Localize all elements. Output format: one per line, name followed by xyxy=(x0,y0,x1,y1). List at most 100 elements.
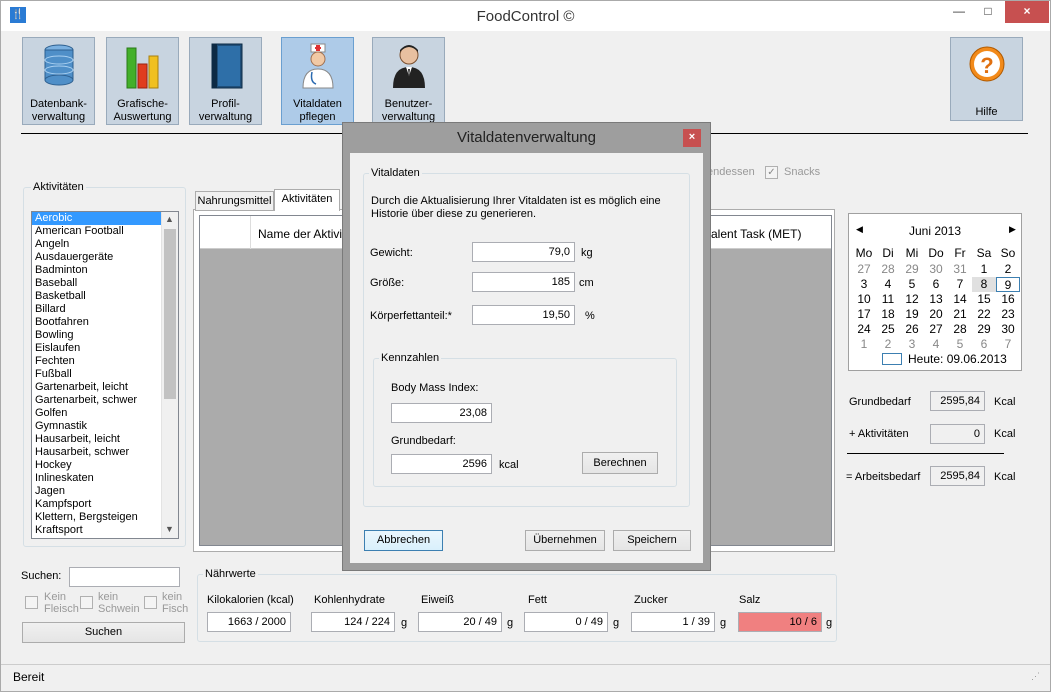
grid-col-met[interactable]: valent Task (MET) xyxy=(705,227,801,241)
calendar-day[interactable]: 25 xyxy=(876,322,900,337)
dialog-close-button[interactable]: × xyxy=(683,129,701,147)
calendar-day[interactable]: 19 xyxy=(900,307,924,322)
calendar-day[interactable]: 30 xyxy=(924,262,948,277)
kfa-input[interactable]: 19,50 xyxy=(472,305,575,325)
next-month-icon[interactable]: ▶ xyxy=(1009,224,1016,235)
activity-list-item[interactable]: Kraftsport xyxy=(32,524,178,537)
activity-list-item[interactable]: Gartenarbeit, leicht xyxy=(32,381,178,394)
calendar-day[interactable]: 14 xyxy=(948,292,972,307)
calendar-day[interactable]: 10 xyxy=(852,292,876,307)
tab-aktivitaeten[interactable]: Aktivitäten xyxy=(274,189,340,211)
scroll-thumb[interactable] xyxy=(164,229,176,399)
calendar-day[interactable]: 6 xyxy=(924,277,948,292)
toolbar-vital-button[interactable]: Vitaldaten pflegen xyxy=(281,37,354,125)
activity-list-item[interactable]: Gartenarbeit, schwer xyxy=(32,394,178,407)
calendar-day[interactable]: 3 xyxy=(852,277,876,292)
calendar-day[interactable]: 3 xyxy=(900,337,924,352)
calendar-day[interactable]: 2 xyxy=(996,262,1020,277)
activity-list-item[interactable]: Bootfahren xyxy=(32,316,178,329)
calendar-day[interactable]: 9 xyxy=(996,277,1020,292)
calendar-day[interactable]: 1 xyxy=(972,262,996,277)
calendar-day[interactable]: 31 xyxy=(948,262,972,277)
calendar-day[interactable]: 5 xyxy=(900,277,924,292)
calendar-day[interactable]: 29 xyxy=(900,262,924,277)
activity-list-item[interactable]: Golfen xyxy=(32,407,178,420)
activity-list-item[interactable]: Aerobic xyxy=(32,212,163,225)
help-button[interactable]: ? Hilfe xyxy=(950,37,1023,121)
activity-list-item[interactable]: Hausarbeit, leicht xyxy=(32,433,178,446)
calendar-day[interactable]: 24 xyxy=(852,322,876,337)
calendar-day[interactable]: 11 xyxy=(876,292,900,307)
calendar-day[interactable]: 28 xyxy=(876,262,900,277)
toolbar-database-button[interactable]: Datenbank- verwaltung xyxy=(22,37,95,125)
calendar-day[interactable]: 27 xyxy=(924,322,948,337)
activities-list[interactable]: Aerobic American Football Angeln Ausdauerge… xyxy=(31,211,179,539)
snacks-checkbox[interactable]: ✓ xyxy=(765,166,778,179)
tab-nahrungsmittel[interactable]: Nahrungsmittel xyxy=(195,191,274,211)
calendar-day[interactable]: 4 xyxy=(876,277,900,292)
calendar-day[interactable]: 21 xyxy=(948,307,972,322)
search-input[interactable] xyxy=(69,567,180,587)
calendar-day[interactable]: 30 xyxy=(996,322,1020,337)
calendar-day[interactable]: 18 xyxy=(876,307,900,322)
activity-list-item[interactable]: Gymnastik xyxy=(32,420,178,433)
activity-list-item[interactable]: Hausarbeit, schwer xyxy=(32,446,178,459)
calendar-day[interactable]: 20 xyxy=(924,307,948,322)
calendar-day[interactable]: 13 xyxy=(924,292,948,307)
minimize-button[interactable]: — xyxy=(944,1,974,23)
groesse-input[interactable]: 185 xyxy=(472,272,575,292)
scroll-up-icon[interactable]: ▲ xyxy=(165,214,174,224)
toolbar-profile-button[interactable]: Profil- verwaltung xyxy=(189,37,262,125)
activity-list-item[interactable]: American Football xyxy=(32,225,178,238)
calendar-day[interactable]: 27 xyxy=(852,262,876,277)
calendar-day[interactable]: 15 xyxy=(972,292,996,307)
calendar-day[interactable]: 29 xyxy=(972,322,996,337)
calendar-day[interactable]: 4 xyxy=(924,337,948,352)
calendar-day[interactable]: 1 xyxy=(852,337,876,352)
calendar-day[interactable]: 26 xyxy=(900,322,924,337)
activity-list-item[interactable]: Angeln xyxy=(32,238,178,251)
calendar-day[interactable]: 23 xyxy=(996,307,1020,322)
calendar-day[interactable]: 8 xyxy=(972,277,996,292)
toolbar-chart-button[interactable]: Grafische- Auswertung xyxy=(106,37,179,125)
activity-list-item[interactable]: Jagen xyxy=(32,485,178,498)
activity-list-item[interactable]: Inlineskaten xyxy=(32,472,178,485)
activity-list-item[interactable]: Bowling xyxy=(32,329,178,342)
calendar-day[interactable]: 22 xyxy=(972,307,996,322)
calendar-day[interactable]: 16 xyxy=(996,292,1020,307)
close-button[interactable]: × xyxy=(1005,1,1049,23)
calendar-day[interactable]: 28 xyxy=(948,322,972,337)
abbrechen-button[interactable]: Abbrechen xyxy=(364,530,443,551)
activity-list-item[interactable]: Billard xyxy=(32,303,178,316)
search-button[interactable]: Suchen xyxy=(22,622,185,643)
activity-list-item[interactable]: Fußball xyxy=(32,368,178,381)
activity-list-item[interactable]: Klettern, Bergsteigen xyxy=(32,511,178,524)
maximize-button[interactable]: □ xyxy=(974,1,1002,23)
kein-fisch-checkbox[interactable] xyxy=(144,596,157,609)
activity-list-item[interactable]: Fechten xyxy=(32,355,178,368)
kein-schwein-checkbox[interactable] xyxy=(80,596,93,609)
speichern-button[interactable]: Speichern xyxy=(613,530,691,551)
calendar-day[interactable]: 2 xyxy=(876,337,900,352)
toolbar-user-button[interactable]: Benutzer- verwaltung xyxy=(372,37,445,125)
gewicht-input[interactable]: 79,0 xyxy=(472,242,575,262)
calendar-day[interactable]: 12 xyxy=(900,292,924,307)
calendar-day[interactable]: 6 xyxy=(972,337,996,352)
uebernehmen-button[interactable]: Übernehmen xyxy=(525,530,605,551)
activity-list-item[interactable]: Eislaufen xyxy=(32,342,178,355)
berechnen-button[interactable]: Berechnen xyxy=(582,452,658,474)
resize-grip-icon[interactable]: ⋰ xyxy=(1031,671,1040,682)
calendar-day[interactable]: 7 xyxy=(948,277,972,292)
kein-fleisch-checkbox[interactable] xyxy=(25,596,38,609)
activity-list-item[interactable]: Badminton xyxy=(32,264,178,277)
grid-col-name[interactable]: Name der Aktivität xyxy=(258,227,355,241)
list-scrollbar[interactable]: ▲ ▼ xyxy=(161,212,178,538)
calendar-day[interactable]: 5 xyxy=(948,337,972,352)
activity-list-item[interactable]: Ausdauergeräte xyxy=(32,251,178,264)
calendar-day[interactable]: 7 xyxy=(996,337,1020,352)
calendar-day[interactable]: 17 xyxy=(852,307,876,322)
today-label[interactable]: Heute: 09.06.2013 xyxy=(908,352,1007,366)
activity-list-item[interactable]: Basketball xyxy=(32,290,178,303)
month-calendar[interactable]: ◀ Juni 2013 ▶ Mo Di Mi Do Fr Sa So 27 28 29 30 31 1 2… xyxy=(848,213,1022,371)
activity-list-item[interactable]: Kampfsport xyxy=(32,498,178,511)
